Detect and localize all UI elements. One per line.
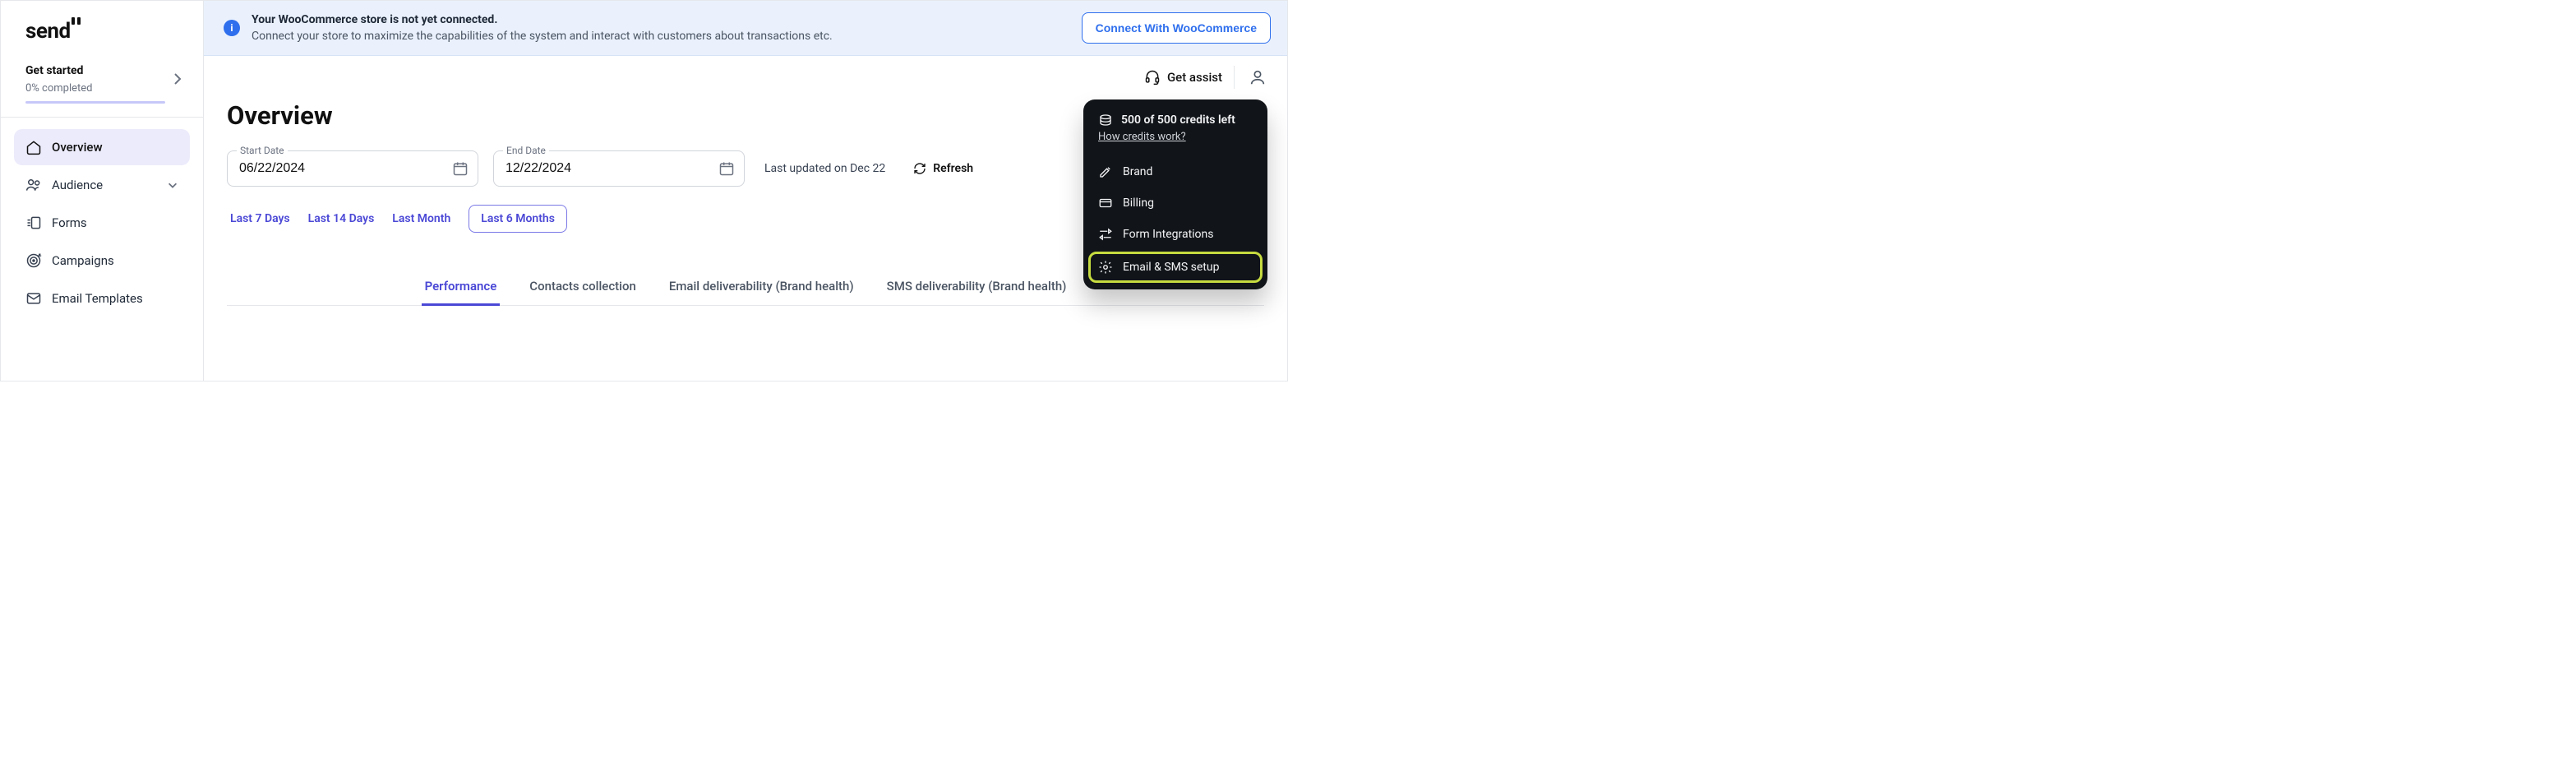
start-date-label: Start Date [237,145,288,156]
chevron-right-icon [173,72,182,86]
sidebar-item-audience[interactable]: Audience [14,167,190,203]
connect-woocommerce-button[interactable]: Connect With WooCommerce [1082,12,1271,44]
credits-icon [1098,113,1113,127]
dropdown-item-billing[interactable]: Billing [1083,187,1267,219]
sidebar-item-label: Email Templates [52,291,143,306]
refresh-label: Refresh [933,162,973,175]
tab-performance[interactable]: Performance [422,271,501,305]
refresh-button[interactable]: Refresh [913,162,973,175]
dropdown-item-email-sms-setup[interactable]: Email & SMS setup [1088,252,1263,283]
divider [1234,66,1235,89]
quick-filter-6m[interactable]: Last 6 Months [469,205,567,233]
credits-help-link[interactable]: How credits work? [1098,131,1186,143]
sidebar-item-label: Audience [52,178,103,192]
start-date-field[interactable]: Start Date [227,150,478,187]
chevron-down-icon [167,179,178,191]
refresh-icon [913,162,926,175]
brush-icon [1098,164,1113,179]
tabs: Performance Contacts collection Email de… [422,271,1070,305]
sidebar-item-campaigns[interactable]: Campaigns [14,243,190,279]
quick-filter-last-month[interactable]: Last Month [392,212,450,225]
get-assist-label: Get assist [1167,70,1222,85]
user-menu-button[interactable] [1246,66,1269,89]
sidebar-item-email-templates[interactable]: Email Templates [14,280,190,317]
quick-filter-14d[interactable]: Last 14 Days [308,212,375,225]
gear-icon [1098,260,1113,275]
user-dropdown-menu: 500 of 500 credits left How credits work… [1083,99,1267,289]
end-date-label: End Date [503,145,549,156]
app-root: send Get started 0% completed Overview [0,0,1288,382]
sidebar-item-label: Forms [52,215,87,230]
get-started-title: Get started [25,64,178,77]
get-started-progress-bar [25,101,165,104]
banner-subtitle: Connect your store to maximize the capab… [252,30,1070,43]
card-icon [1098,196,1113,210]
tab-sms-deliverability[interactable]: SMS deliverability (Brand health) [884,271,1070,305]
get-started-card[interactable]: Get started 0% completed [1,56,203,118]
woocommerce-banner: i Your WooCommerce store is not yet conn… [204,1,1287,56]
sidebar: send Get started 0% completed Overview [1,1,204,381]
logo-mark-icon [72,17,83,27]
banner-title: Your WooCommerce store is not yet connec… [252,13,1070,26]
last-updated-text: Last updated on Dec 22 [764,162,885,175]
users-icon [25,177,42,193]
get-assist-button[interactable]: Get assist [1144,69,1222,86]
sidebar-item-label: Overview [52,140,103,155]
end-date-field[interactable]: End Date [493,150,745,187]
credits-text: 500 of 500 credits left [1121,113,1235,127]
dropdown-item-brand[interactable]: Brand [1083,156,1267,187]
tab-contacts-collection[interactable]: Contacts collection [526,271,639,305]
sidebar-item-overview[interactable]: Overview [14,129,190,165]
credits-row: 500 of 500 credits left [1098,113,1253,127]
dropdown-item-form-integrations[interactable]: Form Integrations [1083,219,1267,250]
banner-text: Your WooCommerce store is not yet connec… [252,13,1070,43]
home-icon [25,139,42,155]
sidebar-nav: Overview Audience Forms [1,118,203,328]
dropdown-item-label: Brand [1123,165,1152,178]
dropdown-item-label: Form Integrations [1123,228,1214,241]
dropdown-header: 500 of 500 credits left How credits work… [1083,109,1267,150]
sidebar-item-label: Campaigns [52,253,114,268]
dropdown-item-label: Email & SMS setup [1123,261,1219,274]
dropdown-list: Brand Billing Form Integrations Email & … [1083,156,1267,283]
tab-email-deliverability[interactable]: Email deliverability (Brand health) [666,271,857,305]
headset-icon [1144,69,1161,86]
mail-icon [25,290,42,307]
form-icon [25,215,42,231]
calendar-icon [718,160,735,177]
topbar: Get assist [204,56,1287,99]
sidebar-item-forms[interactable]: Forms [14,205,190,241]
user-icon [1249,68,1267,86]
logo-container: send [1,1,203,56]
target-icon [25,252,42,269]
get-started-progress: 0% completed [25,82,178,95]
calendar-icon [452,160,469,177]
dropdown-item-label: Billing [1123,197,1154,210]
logo: send [25,19,83,44]
logo-text: send [25,19,71,44]
info-icon: i [224,20,240,36]
quick-filter-7d[interactable]: Last 7 Days [230,212,290,225]
integrations-icon [1098,227,1113,242]
